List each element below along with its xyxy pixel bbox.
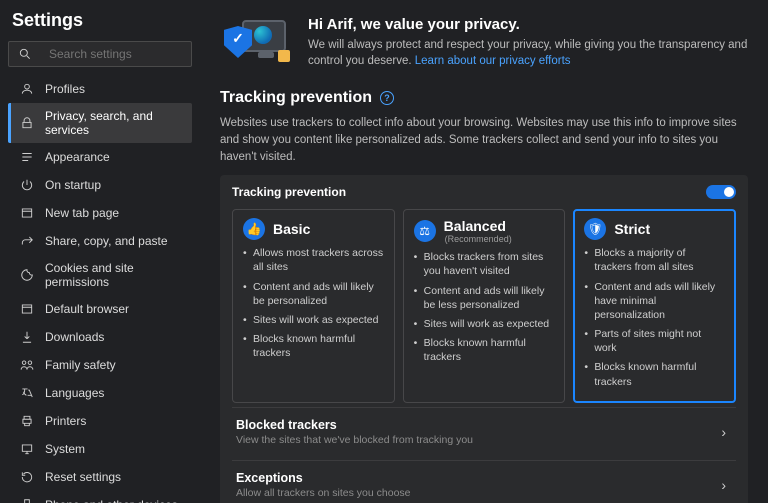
- hero-learn-link[interactable]: Learn about our privacy efforts: [415, 55, 571, 67]
- info-icon[interactable]: ?: [380, 91, 394, 105]
- chevron-right-icon: ›: [715, 477, 732, 493]
- privacy-hero: Hi Arif, we value your privacy. We will …: [220, 16, 748, 69]
- sidebar-item-label: Languages: [45, 386, 104, 400]
- newtab-icon: [19, 205, 35, 221]
- search-input[interactable]: [49, 47, 183, 61]
- tracking-levels: 👍 Basic Allows most trackers across all si…: [232, 209, 736, 403]
- level-bullet: Blocks known harmful trackers: [584, 360, 725, 388]
- sidebar: Settings Profiles Privacy, search, and se…: [0, 0, 200, 503]
- search-box[interactable]: [8, 41, 192, 67]
- tracking-section-title: Tracking prevention ?: [220, 89, 748, 107]
- appearance-icon: [19, 149, 35, 165]
- sidebar-item-label: Default browser: [45, 302, 129, 316]
- tracking-level-balanced[interactable]: ⚖ Balanced(Recommended) Blocks trackers fr…: [403, 209, 566, 403]
- profile-icon: [19, 81, 35, 97]
- share-icon: [19, 233, 35, 249]
- level-name: Basic: [273, 221, 310, 237]
- settings-title: Settings: [12, 10, 188, 31]
- sidebar-item-label: System: [45, 442, 85, 456]
- sidebar-item-languages[interactable]: Languages: [8, 379, 192, 407]
- level-bullet: Blocks known harmful trackers: [243, 332, 384, 360]
- sidebar-item-profiles[interactable]: Profiles: [8, 75, 192, 103]
- tracking-level-basic[interactable]: 👍 Basic Allows most trackers across all si…: [232, 209, 395, 403]
- sidebar-item-share-copy-and-paste[interactable]: Share, copy, and paste: [8, 227, 192, 255]
- family-icon: [19, 357, 35, 373]
- exceptions-row[interactable]: Exceptions Allow all trackers on sites y…: [232, 460, 736, 503]
- lock-badge-icon: [278, 50, 290, 62]
- main-content: Hi Arif, we value your privacy. We will …: [200, 0, 768, 503]
- sidebar-item-reset-settings[interactable]: Reset settings: [8, 463, 192, 491]
- edge-logo-icon: [254, 26, 272, 44]
- blocked-trackers-sub: View the sites that we've blocked from t…: [236, 434, 473, 446]
- sidebar-item-label: Reset settings: [45, 470, 121, 484]
- printer-icon: [19, 413, 35, 429]
- sidebar-item-phone-and-other-devices[interactable]: Phone and other devices: [8, 491, 192, 503]
- sidebar-item-label: Appearance: [45, 150, 110, 164]
- cookie-icon: [19, 267, 35, 283]
- sidebar-item-label: Profiles: [45, 82, 85, 96]
- level-bullet: Parts of sites might not work: [584, 327, 725, 355]
- level-bullet: Sites will work as expected: [414, 317, 555, 331]
- power-icon: [19, 177, 35, 193]
- blocked-trackers-title: Blocked trackers: [236, 418, 473, 432]
- level-bullet: Blocks trackers from sites you haven't v…: [414, 250, 555, 278]
- sidebar-item-system[interactable]: System: [8, 435, 192, 463]
- sidebar-item-label: Printers: [45, 414, 86, 428]
- system-icon: [19, 441, 35, 457]
- nav-list: Profiles Privacy, search, and services App…: [8, 75, 192, 503]
- sidebar-item-printers[interactable]: Printers: [8, 407, 192, 435]
- level-name: Strict: [614, 221, 650, 237]
- browser-icon: [19, 301, 35, 317]
- sidebar-item-label: Share, copy, and paste: [45, 234, 168, 248]
- tracking-toggle[interactable]: [706, 185, 736, 199]
- sidebar-item-label: Cookies and site permissions: [45, 261, 184, 289]
- strict-icon: 🛡: [584, 218, 606, 240]
- sidebar-item-privacy-search-and-services[interactable]: Privacy, search, and services: [8, 103, 192, 143]
- language-icon: [19, 385, 35, 401]
- sidebar-item-label: Privacy, search, and services: [45, 109, 184, 137]
- sidebar-item-downloads[interactable]: Downloads: [8, 323, 192, 351]
- level-bullet: Allows most trackers across all sites: [243, 246, 384, 274]
- shield-icon: [224, 26, 252, 58]
- lock-icon: [19, 115, 35, 131]
- search-icon: [17, 46, 33, 62]
- sidebar-item-new-tab-page[interactable]: New tab page: [8, 199, 192, 227]
- level-bullet: Content and ads will likely be personali…: [243, 280, 384, 308]
- sidebar-item-family-safety[interactable]: Family safety: [8, 351, 192, 379]
- basic-icon: 👍: [243, 218, 265, 240]
- phone-icon: [19, 497, 35, 503]
- sidebar-item-default-browser[interactable]: Default browser: [8, 295, 192, 323]
- sidebar-item-on-startup[interactable]: On startup: [8, 171, 192, 199]
- privacy-hero-art: [220, 16, 290, 66]
- tracking-card: Tracking prevention 👍 Basic Allows most tr…: [220, 175, 748, 503]
- tracking-level-strict[interactable]: 🛡 Strict Blocks a majority of trackers fro…: [573, 209, 736, 403]
- level-subtitle: (Recommended): [445, 234, 512, 244]
- hero-body: We will always protect and respect your …: [308, 37, 748, 69]
- chevron-right-icon: ›: [715, 424, 732, 440]
- sidebar-item-label: Downloads: [45, 330, 104, 344]
- level-bullet: Blocks a majority of trackers from all s…: [584, 246, 725, 274]
- tracking-section-desc: Websites use trackers to collect info ab…: [220, 115, 748, 165]
- sidebar-item-label: On startup: [45, 178, 101, 192]
- level-bullet: Content and ads will likely have minimal…: [584, 280, 725, 323]
- sidebar-item-appearance[interactable]: Appearance: [8, 143, 192, 171]
- exceptions-sub: Allow all trackers on sites you choose: [236, 487, 411, 499]
- hero-heading: Hi Arif, we value your privacy.: [308, 16, 748, 33]
- level-bullet: Sites will work as expected: [243, 313, 384, 327]
- sidebar-item-label: New tab page: [45, 206, 119, 220]
- level-bullet: Blocks known harmful trackers: [414, 336, 555, 364]
- level-name: Balanced: [444, 218, 512, 234]
- tracking-card-title: Tracking prevention: [232, 185, 346, 199]
- exceptions-title: Exceptions: [236, 471, 411, 485]
- download-icon: [19, 329, 35, 345]
- sidebar-item-cookies-and-site-permissions[interactable]: Cookies and site permissions: [8, 255, 192, 295]
- sidebar-item-label: Family safety: [45, 358, 116, 372]
- sidebar-item-label: Phone and other devices: [45, 498, 178, 503]
- level-bullet: Content and ads will likely be less pers…: [414, 284, 555, 312]
- reset-icon: [19, 469, 35, 485]
- balanced-icon: ⚖: [414, 220, 436, 242]
- blocked-trackers-row[interactable]: Blocked trackers View the sites that we'…: [232, 407, 736, 456]
